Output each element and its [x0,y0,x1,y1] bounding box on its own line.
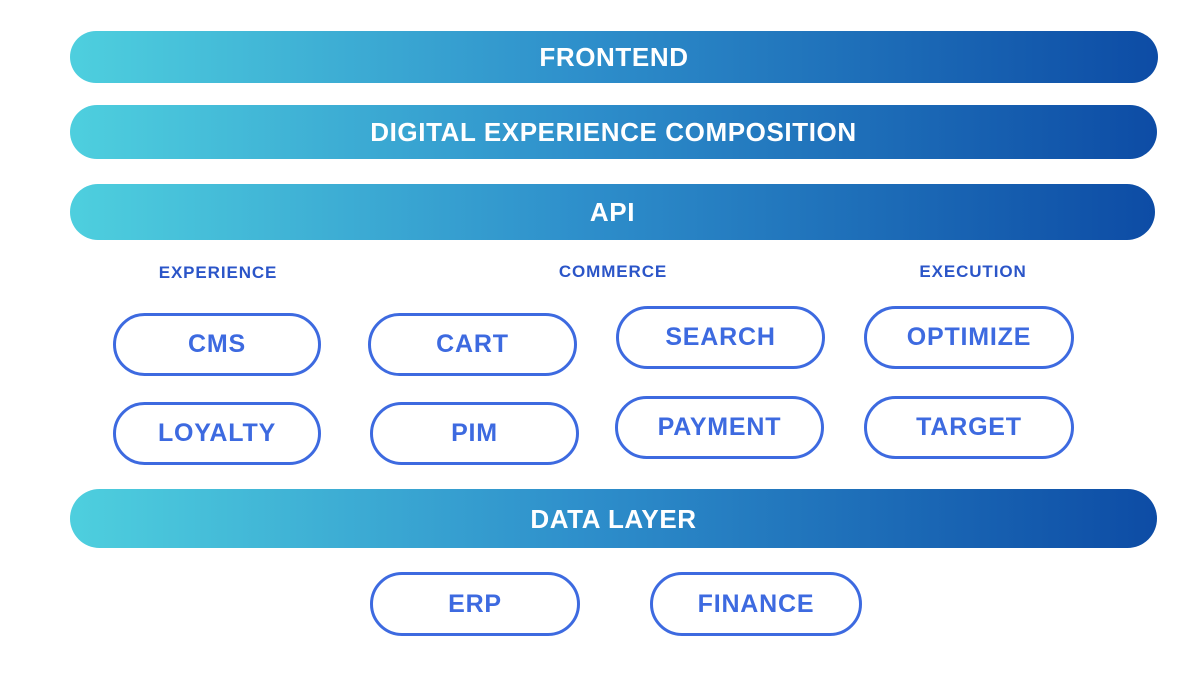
capability-pill-cms[interactable]: CMS [113,313,321,376]
capability-pill-payment[interactable]: PAYMENT [615,396,824,459]
layer-bar-digital-experience-composition-label: DIGITAL EXPERIENCE COMPOSITION [370,117,857,147]
capability-pill-payment-label: PAYMENT [657,413,782,441]
capability-pill-loyalty[interactable]: LOYALTY [113,402,321,465]
capability-pill-pim[interactable]: PIM [370,402,579,465]
capability-pill-loyalty-label: LOYALTY [157,419,277,447]
layer-bar-frontend-label: FRONTEND [539,42,689,72]
layer-bar-api: API [70,184,1155,240]
capability-pill-search[interactable]: SEARCH [616,306,825,369]
layer-bar-frontend: FRONTEND [70,31,1158,83]
data-system-pill-finance[interactable]: FINANCE [650,572,862,636]
capability-pill-pim-label: PIM [451,419,498,447]
data-system-pill-erp[interactable]: ERP [370,572,580,636]
layer-bar-data-layer: DATA LAYER [70,489,1157,548]
data-system-pill-finance-label: FINANCE [697,589,815,618]
capability-pill-search-label: SEARCH [665,323,776,351]
capability-pill-optimize[interactable]: OPTIMIZE [864,306,1074,369]
capability-pill-cart[interactable]: CART [368,313,577,376]
category-label-experience: EXPERIENCE [158,263,278,282]
layer-bar-api-label: API [589,197,636,227]
capability-pill-target[interactable]: TARGET [864,396,1074,459]
capability-pill-cart-label: CART [436,330,509,358]
data-system-pill-erp-label: ERP [448,589,502,618]
capability-pill-optimize-label: OPTIMIZE [906,323,1032,351]
category-label-execution: EXECUTION [919,262,1027,281]
category-label-commerce: COMMERCE [558,262,668,281]
architecture-diagram: FRONTEND DIGITAL EXPERIENCE COMPOSITION … [0,0,1200,675]
capability-pill-cms-label: CMS [188,330,246,358]
layer-bar-data-layer-label: DATA LAYER [530,503,697,534]
layer-bar-digital-experience-composition: DIGITAL EXPERIENCE COMPOSITION [70,105,1157,159]
capability-pill-target-label: TARGET [916,413,1022,441]
